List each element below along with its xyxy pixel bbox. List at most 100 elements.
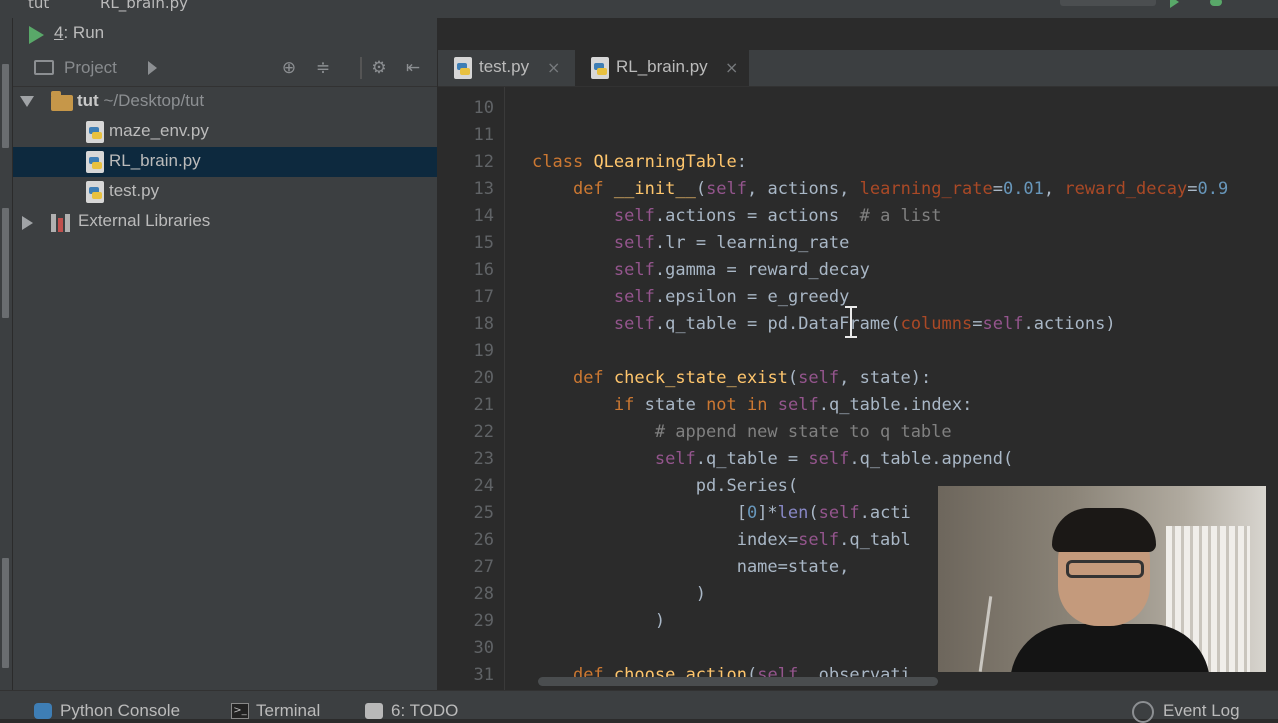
- tree-item-label: RL_brain.py: [109, 151, 201, 170]
- horizontal-scrollbar[interactable]: [538, 677, 938, 686]
- line-number: 16: [473, 260, 494, 280]
- line-number: 22: [473, 422, 494, 442]
- collapse-icon[interactable]: ≑: [313, 58, 333, 78]
- line-number: 25: [473, 503, 494, 523]
- line-number: 13: [473, 179, 494, 199]
- folder-path: ~/Desktop/tut: [103, 91, 205, 110]
- code-text: [0]*len(self.acti: [532, 503, 911, 523]
- project-tool-tab[interactable]: [2, 64, 9, 148]
- run-icon[interactable]: [29, 26, 44, 44]
- line-number: 18: [473, 314, 494, 334]
- tree-item-rl-brain[interactable]: RL_brain.py: [13, 147, 437, 177]
- code-text: self.q_table = self.q_table.append(: [654, 449, 1014, 469]
- title-strip: tut RL_brain.py: [0, 0, 1278, 19]
- bottom-tool-bar: Python Console >_ Terminal 6: TODO Event…: [0, 690, 1278, 723]
- webcam-overlay: [938, 486, 1266, 672]
- code-line[interactable]: 21 if state not in self.q_table.index:: [438, 392, 1278, 419]
- code-line[interactable]: 10: [438, 95, 1278, 122]
- python-file-icon: [591, 57, 609, 79]
- run-icon[interactable]: [1170, 0, 1179, 8]
- line-number: 26: [473, 530, 494, 550]
- tree-item-label: tut ~/Desktop/tut: [77, 91, 204, 111]
- code-line[interactable]: 14 self.actions = actions # a list: [438, 203, 1278, 230]
- code-line[interactable]: 13 def __init__(self, actions, learning_…: [438, 176, 1278, 203]
- tab-label: test.py: [479, 57, 530, 76]
- run-panel-title[interactable]: 4: Run: [54, 23, 104, 43]
- debug-icon[interactable]: [1210, 0, 1222, 6]
- todo-icon: [365, 703, 383, 719]
- code-line[interactable]: 22 # append new state to q table: [438, 419, 1278, 446]
- code-text: # append new state to q table: [654, 422, 952, 442]
- locate-icon[interactable]: ⊕: [279, 58, 299, 78]
- line-number: 12: [473, 152, 494, 172]
- close-icon[interactable]: ×: [547, 58, 560, 77]
- tree-item-external-libraries[interactable]: External Libraries: [13, 207, 437, 237]
- text-cursor-icon: [845, 306, 857, 338]
- tree-item-maze-env[interactable]: maze_env.py: [13, 117, 437, 147]
- chevron-right-icon[interactable]: [22, 216, 33, 230]
- toolbar-divider: [360, 57, 362, 79]
- code-text: if state not in self.q_table.index:: [613, 395, 973, 415]
- code-line[interactable]: 20 def check_state_exist(self, state):: [438, 365, 1278, 392]
- code-line[interactable]: 12 class QLearningTable:: [438, 149, 1278, 176]
- code-text: name=state,: [736, 557, 850, 577]
- project-icon: [34, 60, 54, 75]
- tree-item-test[interactable]: test.py: [13, 177, 437, 207]
- tree-item-label: test.py: [109, 181, 160, 200]
- python-file-icon: [86, 121, 104, 143]
- code-text: index=self.q_tabl: [736, 530, 911, 550]
- terminal-tab[interactable]: Terminal: [256, 701, 320, 721]
- library-icon: [51, 214, 71, 232]
- event-log-tab[interactable]: Event Log: [1163, 701, 1240, 721]
- tree-item-label: External Libraries: [78, 211, 211, 230]
- gear-icon[interactable]: ⚙: [369, 58, 389, 78]
- chevron-right-icon[interactable]: [148, 61, 157, 75]
- code-text: pd.Series(: [695, 476, 799, 496]
- breadcrumb-folder[interactable]: tut: [28, 0, 49, 12]
- line-number: 14: [473, 206, 494, 226]
- todo-tab[interactable]: 6: TODO: [391, 701, 458, 721]
- tab-test-py[interactable]: test.py ×: [438, 50, 572, 86]
- favorites-tool-tab[interactable]: [2, 558, 9, 668]
- tree-item-tut[interactable]: tut ~/Desktop/tut: [13, 87, 437, 117]
- line-number: 30: [473, 638, 494, 658]
- code-text: class QLearningTable:: [532, 152, 747, 172]
- tab-label: RL_brain.py: [616, 57, 708, 76]
- tab-rl-brain-py[interactable]: RL_brain.py ×: [575, 50, 749, 86]
- code-text: def check_state_exist(self, state):: [572, 368, 932, 388]
- project-view-selector[interactable]: Project: [64, 58, 117, 78]
- code-text: self.epsilon = e_greedy: [613, 287, 850, 307]
- python-console-tab[interactable]: Python Console: [60, 701, 180, 721]
- folder-icon: [51, 91, 73, 111]
- chevron-down-icon[interactable]: [20, 96, 34, 107]
- code-line[interactable]: 11: [438, 122, 1278, 149]
- editor-tab-bar: test.py × RL_brain.py ×: [438, 50, 1278, 87]
- close-icon[interactable]: ×: [725, 58, 738, 77]
- code-line[interactable]: 16 self.gamma = reward_decay: [438, 257, 1278, 284]
- code-text: def __init__(self, actions, learning_rat…: [572, 179, 1229, 199]
- python-console-icon: [34, 703, 52, 719]
- code-text: self.q_table = pd.DataFrame(columns=self…: [613, 314, 1116, 334]
- code-line[interactable]: 15 self.lr = learning_rate: [438, 230, 1278, 257]
- breadcrumb-file[interactable]: RL_brain.py: [100, 0, 188, 12]
- code-line[interactable]: 23 self.q_table = self.q_table.append(: [438, 446, 1278, 473]
- project-toolbar: Project ⊕ ≑ ⚙ ⇤: [13, 50, 437, 87]
- python-file-icon: [454, 57, 472, 79]
- line-number: 15: [473, 233, 494, 253]
- folder-name: tut: [77, 91, 99, 110]
- tree-item-label: maze_env.py: [109, 121, 209, 140]
- code-line[interactable]: 18 self.q_table = pd.DataFrame(columns=s…: [438, 311, 1278, 338]
- hide-icon[interactable]: ⇤: [403, 58, 423, 78]
- line-number: 24: [473, 476, 494, 496]
- run-panel-header: 4: Run: [13, 18, 437, 50]
- code-line[interactable]: 17 self.epsilon = e_greedy: [438, 284, 1278, 311]
- line-number: 20: [473, 368, 494, 388]
- line-number: 27: [473, 557, 494, 577]
- code-line[interactable]: 19: [438, 338, 1278, 365]
- line-number: 31: [473, 665, 494, 685]
- structure-tool-tab[interactable]: [2, 208, 9, 318]
- run-config-selector[interactable]: [1060, 0, 1156, 6]
- line-number: 19: [473, 341, 494, 361]
- python-file-icon: [86, 151, 104, 173]
- terminal-icon: >_: [231, 703, 249, 719]
